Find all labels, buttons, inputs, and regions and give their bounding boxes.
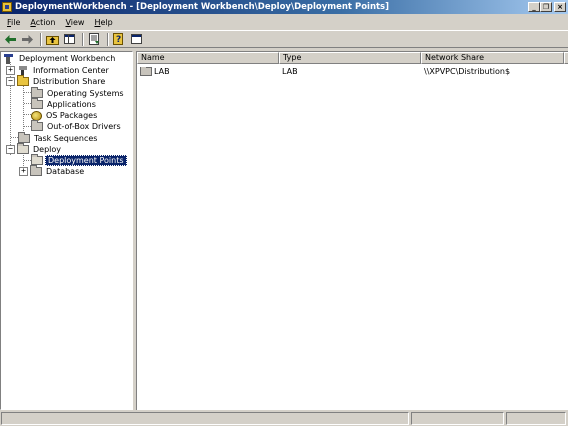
tree-line (24, 126, 31, 127)
toolbar-separator (107, 32, 109, 46)
tree-item-label: Information Center (33, 66, 109, 75)
restore-button[interactable]: ❐ (540, 2, 552, 12)
tree-item-label: Deploy (33, 145, 62, 154)
toolbar-separator (82, 32, 84, 46)
tree-item-label: Database (46, 167, 85, 176)
list-header: Name Type Network Share (137, 52, 568, 64)
back-arrow-icon (4, 34, 16, 44)
main-window: DeploymentWorkbench - [Deployment Workbe… (0, 0, 568, 426)
close-button[interactable]: × (554, 2, 566, 12)
forward-button[interactable] (20, 32, 34, 46)
tree-item-applications[interactable]: Applications (31, 98, 98, 110)
folder-icon (31, 154, 43, 165)
column-header-network-share[interactable]: Network Share (421, 52, 564, 64)
window-title: DeploymentWorkbench - [Deployment Workbe… (15, 2, 389, 12)
tree-item-os-packages[interactable]: OS Packages (31, 110, 99, 121)
tree-item-deployment-workbench[interactable]: Deployment Workbench (3, 53, 117, 64)
export-list-button[interactable] (87, 32, 101, 46)
status-bar (0, 411, 568, 426)
menu-file[interactable]: File (2, 18, 25, 27)
back-button[interactable] (3, 32, 17, 46)
tree-item-label: Task Sequences (34, 134, 98, 143)
tree-line (24, 160, 31, 161)
folder-icon (18, 132, 30, 143)
folder-icon (30, 165, 42, 176)
properties-icon (130, 34, 142, 44)
cell-name: LAB (137, 67, 279, 76)
info-icon (17, 65, 29, 76)
help-button[interactable]: ? (112, 32, 126, 46)
tree-item-label: Deployment Workbench (19, 54, 116, 63)
tree-item-distribution-share[interactable]: − Distribution Share (6, 75, 107, 87)
status-segment (411, 412, 504, 425)
tree-line (11, 137, 18, 138)
svg-text:?: ? (116, 35, 121, 45)
column-header-type[interactable]: Type (279, 52, 421, 64)
up-one-level-button[interactable] (45, 32, 59, 46)
menu-help[interactable]: Help (89, 18, 117, 27)
package-icon (31, 110, 42, 121)
show-hide-tree-button[interactable] (62, 32, 76, 46)
toolbar-separator (40, 32, 42, 46)
menu-view[interactable]: View (60, 18, 89, 27)
gold-folder-icon (17, 75, 29, 86)
tree-item-label: OS Packages (46, 111, 98, 120)
tree-item-task-sequences[interactable]: Task Sequences (18, 132, 99, 144)
tree-item-label: Deployment Points (45, 155, 127, 166)
column-header-name[interactable]: Name (137, 52, 279, 64)
tree-item-database[interactable]: + Database (19, 165, 86, 177)
tree-line (24, 114, 31, 115)
menu-view-label: iew (70, 17, 85, 27)
tree-item-operating-systems[interactable]: Operating Systems (31, 87, 126, 99)
menu-action[interactable]: Action (25, 18, 60, 27)
export-list-icon (88, 33, 99, 45)
column-header-filler (564, 52, 568, 64)
minimize-button[interactable]: _ (528, 2, 540, 12)
details-list[interactable]: Name Type Network Share LAB LAB \\XPVPC\… (136, 51, 568, 410)
console-tree[interactable]: Deployment Workbench + Information Cente… (0, 51, 133, 410)
up-folder-icon (45, 35, 59, 45)
tree-item-label: Operating Systems (47, 89, 124, 98)
collapse-icon[interactable]: − (6, 77, 15, 86)
tree-line (24, 92, 31, 93)
properties-button[interactable] (129, 32, 143, 46)
tree-item-label: Out-of-Box Drivers (47, 122, 121, 131)
collapse-icon[interactable]: − (6, 145, 15, 154)
tree-item-label: Applications (47, 100, 96, 109)
folder-icon (17, 143, 29, 154)
workbench-icon (3, 53, 15, 64)
expand-icon[interactable]: + (6, 66, 15, 75)
tree-item-out-of-box-drivers[interactable]: Out-of-Box Drivers (31, 120, 123, 132)
status-segment (1, 412, 409, 425)
status-segment (506, 412, 566, 425)
folder-icon (31, 98, 43, 109)
tree-line (24, 103, 31, 104)
show-hide-tree-icon (63, 34, 75, 44)
title-bar[interactable]: DeploymentWorkbench - [Deployment Workbe… (0, 0, 568, 14)
tree-item-label: Distribution Share (33, 77, 106, 86)
expand-icon[interactable]: + (19, 167, 28, 176)
menu-file-label: ile (11, 17, 21, 27)
tree-item-deployment-points[interactable]: Deployment Points (31, 154, 127, 166)
cell-type: LAB (282, 67, 298, 76)
app-icon[interactable] (2, 2, 12, 12)
menu-help-label: elp (100, 17, 113, 27)
folder-icon (31, 87, 43, 98)
menu-action-label: ction (35, 17, 56, 27)
caption-buttons: _ ❐ × (528, 2, 566, 12)
help-icon: ? (112, 33, 123, 45)
toolbar: ? (0, 30, 568, 48)
folder-icon (31, 120, 43, 131)
cell-network-share: \\XPVPC\Distribution$ (424, 67, 511, 76)
folder-icon (140, 67, 152, 76)
list-item[interactable]: LAB LAB \\XPVPC\Distribution$ (137, 66, 568, 77)
forward-arrow-icon (21, 34, 33, 44)
cell-name-text: LAB (154, 67, 170, 76)
menu-bar: File Action View Help (0, 15, 568, 29)
